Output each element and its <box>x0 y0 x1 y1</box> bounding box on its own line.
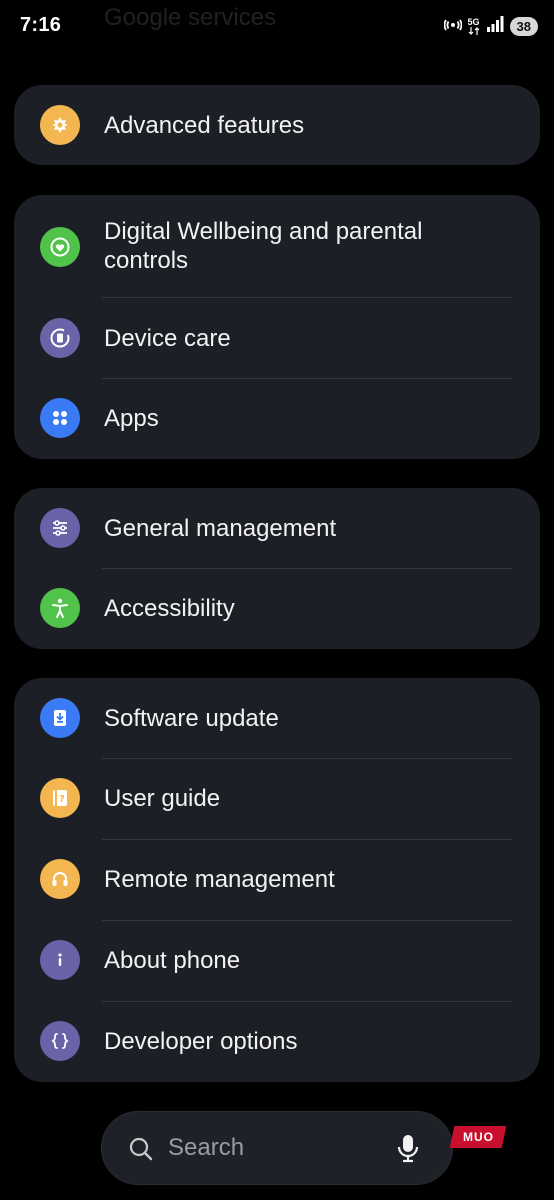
scrolled-header-text: Google services <box>104 4 277 31</box>
network-type-icon: 5G <box>468 18 480 35</box>
device-care-icon <box>40 318 80 358</box>
settings-item-label: About phone <box>104 947 241 974</box>
search-placeholder: Search <box>168 1134 245 1161</box>
settings-item-apps[interactable]: Apps <box>14 378 540 458</box>
settings-item-about-phone[interactable]: About phone <box>14 920 540 1001</box>
user-guide-icon: ? <box>40 778 80 818</box>
settings-item-digital-wellbeing[interactable]: Digital Wellbeing and parental controls <box>14 195 540 298</box>
signal-icon <box>486 16 504 37</box>
card-about: Software update ? User guide Remote mana… <box>14 678 540 1082</box>
microphone-icon[interactable] <box>396 1133 420 1168</box>
accessibility-icon <box>40 588 80 628</box>
settings-item-label: Remote management <box>104 866 335 893</box>
settings-item-device-care[interactable]: Device care <box>14 298 540 378</box>
settings-item-general-management[interactable]: General management <box>14 488 540 568</box>
card-advanced: Advanced features <box>14 85 540 165</box>
settings-item-remote-management[interactable]: Remote management <box>14 839 540 920</box>
advanced-features-icon <box>40 105 80 145</box>
settings-item-label: Accessibility <box>104 595 235 622</box>
general-management-icon <box>40 508 80 548</box>
apps-icon <box>40 398 80 438</box>
card-wellbeing: Digital Wellbeing and parental controls … <box>14 195 540 459</box>
settings-item-label: Advanced features <box>104 112 305 139</box>
status-time: 7:16 <box>20 14 62 36</box>
status-bar: Google services 7:16 5G 38 <box>0 0 554 52</box>
settings-item-developer-options[interactable]: Developer options <box>14 1001 540 1082</box>
hotspot-icon <box>443 15 462 38</box>
card-management: General management Accessibility <box>14 488 540 649</box>
settings-item-label: Developer options <box>104 1028 298 1055</box>
search-icon <box>128 1136 154 1167</box>
status-icons: 5G 38 <box>443 15 538 38</box>
settings-item-label: General management <box>104 515 337 542</box>
about-phone-icon <box>40 940 80 980</box>
settings-item-user-guide[interactable]: ? User guide <box>14 758 540 839</box>
search-bar[interactable]: Search <box>101 1111 453 1185</box>
settings-item-accessibility[interactable]: Accessibility <box>14 568 540 648</box>
settings-item-label: User guide <box>104 785 221 812</box>
settings-item-label: Device care <box>104 325 231 352</box>
developer-options-icon <box>40 1021 80 1061</box>
software-update-icon <box>40 698 80 738</box>
svg-text:?: ? <box>59 794 65 805</box>
brand-watermark: MUO <box>449 1126 507 1148</box>
settings-item-label: Digital Wellbeing and parental controls <box>104 218 423 274</box>
settings-item-software-update[interactable]: Software update <box>14 678 540 758</box>
settings-screen: Google services 7:16 5G 38 Advanced feat… <box>0 0 554 1200</box>
settings-item-label: Software update <box>104 705 279 732</box>
settings-item-advanced-features[interactable]: Advanced features <box>14 85 540 165</box>
battery-badge: 38 <box>509 17 538 36</box>
remote-management-icon <box>40 859 80 899</box>
digital-wellbeing-icon <box>40 227 80 267</box>
settings-item-label: Apps <box>104 405 159 432</box>
